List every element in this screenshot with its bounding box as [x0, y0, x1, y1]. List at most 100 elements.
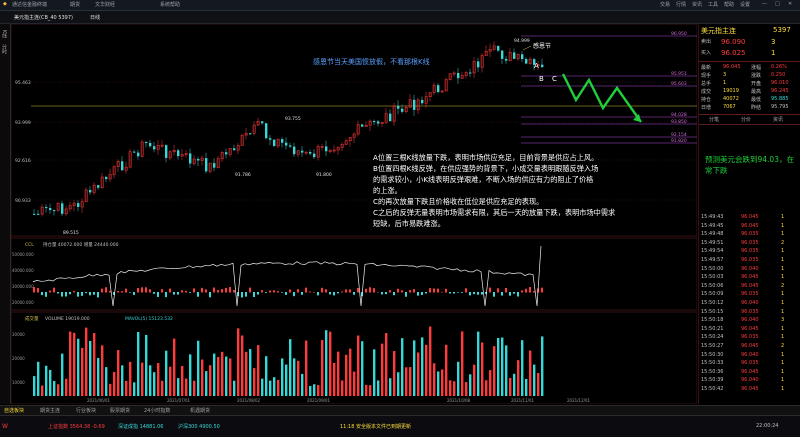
- oi-bar: [173, 292, 175, 295]
- oi-bar: [317, 292, 319, 296]
- price-axis-label-1: 95.463: [15, 80, 31, 86]
- tick-row: 15:50:18 96.040 3: [701, 317, 785, 324]
- kline-chart[interactable]: 96.950 95.951 95.603 94.028 93.850 92.15…: [10, 23, 698, 405]
- candle-body: [37, 213, 40, 215]
- oi-bar: [209, 292, 211, 298]
- top-menu-help[interactable]: 帮助: [724, 1, 734, 8]
- level-label-6: 92.154: [671, 132, 687, 138]
- top-menu-quote[interactable]: 行情: [676, 1, 686, 8]
- candle-body: [421, 99, 424, 104]
- label-low-1: 91.786: [235, 172, 251, 178]
- bottom-tab-4[interactable]: 股票期货: [110, 407, 130, 414]
- oi-bar: [149, 289, 151, 293]
- volume-bar: [249, 349, 252, 396]
- buy-price[interactable]: 96.025: [721, 49, 746, 57]
- oi-bar: [477, 292, 479, 295]
- volume-bar: [157, 363, 160, 396]
- maximize-icon[interactable]: □: [775, 1, 780, 7]
- volume-name[interactable]: 成交量: [25, 315, 39, 322]
- tick-row: 15:49:57 96.035 1: [701, 257, 785, 263]
- volume-bar: [201, 359, 204, 396]
- status-index-2[interactable]: 深证成指 14881.06: [118, 423, 163, 430]
- tick-row: 15:50:42 96.045 1: [701, 386, 785, 392]
- bottom-tab-5[interactable]: 24小时指数: [144, 407, 170, 414]
- candle-body: [249, 133, 252, 135]
- candle-body: [77, 203, 80, 207]
- period-selector[interactable]: 日线: [90, 14, 100, 21]
- volume-bar: [89, 340, 92, 396]
- oi-bar: [269, 290, 271, 293]
- oi-bar: [77, 292, 79, 297]
- oi-bar: [169, 288, 171, 293]
- volume-bar: [109, 383, 112, 396]
- oi-bar: [541, 287, 543, 293]
- menu-item-2[interactable]: 文华财经: [95, 1, 115, 8]
- oi-bar: [401, 290, 403, 293]
- volume-bar: [333, 362, 336, 396]
- top-menu-trade[interactable]: 交易: [660, 1, 670, 8]
- tick-row: 15:49:48 96.035 1: [701, 231, 785, 238]
- close-icon[interactable]: ✕: [788, 1, 792, 7]
- candle-body: [397, 105, 400, 109]
- tick-row: 15:50:27 96.045 2: [701, 343, 785, 349]
- volume-bar: [365, 384, 368, 396]
- minimize-icon[interactable]: —: [762, 1, 767, 7]
- oi-bar: [433, 288, 435, 293]
- volume-bar: [229, 358, 232, 396]
- oi-bar: [345, 289, 347, 293]
- oi-bar: [61, 292, 63, 297]
- candle-body: [513, 52, 516, 59]
- candle-body: [469, 72, 472, 74]
- chart-toolbar: 美元指主连(CB_40 5397) 日线: [0, 11, 800, 24]
- volume-bar: [525, 378, 528, 396]
- top-menu-settings[interactable]: 设置: [740, 1, 750, 8]
- status-index-1[interactable]: 上证指数 3564.38 -0.69: [48, 423, 105, 430]
- top-menu-news[interactable]: 资讯: [692, 1, 702, 8]
- tab-ticks[interactable]: 分笔: [709, 116, 719, 123]
- tab-price[interactable]: 分价: [741, 116, 751, 123]
- oi-bar: [333, 292, 335, 296]
- sidebar-tab-kline[interactable]: K线: [1, 30, 8, 38]
- oi-bar: [509, 292, 511, 296]
- main-chart-area[interactable]: 96.950 95.951 95.603 94.028 93.850 92.15…: [10, 23, 698, 405]
- status-index-3[interactable]: 沪深300 4900.50: [178, 423, 220, 430]
- menu-item-1[interactable]: 期货: [70, 1, 80, 8]
- volume-bar: [397, 372, 400, 396]
- volume-bar: [165, 350, 168, 396]
- sell-price[interactable]: 96.090: [721, 38, 746, 46]
- volume-bar: [233, 380, 236, 396]
- volume-bars: [33, 326, 544, 396]
- volume-bar: [505, 345, 508, 396]
- top-menu-tools[interactable]: 工具: [708, 1, 718, 8]
- oi-bar: [253, 292, 255, 297]
- stat-row: 现手 3 涨跌 0.250: [701, 72, 786, 79]
- bottom-tab-2[interactable]: 期货主连: [40, 407, 60, 414]
- analysis-line-4: 的上涨。: [373, 186, 402, 195]
- tab-news[interactable]: 资讯: [773, 116, 783, 123]
- bottom-tab-3[interactable]: 行业板块: [76, 407, 96, 414]
- oi-bar: [465, 288, 467, 293]
- app-logo-icon: ◆: [3, 1, 7, 7]
- volume-bar: [57, 384, 60, 396]
- oi-bar: [357, 287, 359, 293]
- tick-row: 15:49:54 96.035 1: [701, 248, 785, 255]
- osc-axis-3: 30000.000: [12, 284, 34, 289]
- indicator-name[interactable]: CCL: [25, 242, 34, 248]
- volume-bar: [49, 369, 52, 396]
- tick-row: 15:50:30 96.040 1: [701, 351, 785, 358]
- volume-bar: [437, 371, 440, 396]
- sidebar-tab-chart[interactable]: 分时: [1, 44, 8, 54]
- volume-bar: [421, 337, 424, 396]
- oi-bar: [321, 287, 323, 293]
- volume-bar: [341, 380, 344, 396]
- menu-item-3[interactable]: 系统帮助: [160, 1, 180, 8]
- candlestick-series: [33, 41, 544, 217]
- tick-list[interactable]: 15:49:43 96.045 1 15:49:45 96.045 1 15:49:48 96…: [701, 214, 799, 404]
- oi-bar: [101, 288, 103, 293]
- status-message[interactable]: 11:18 安全版本文件已到期更新: [340, 423, 411, 430]
- symbol-label[interactable]: 美元指主连(CB_40 5397): [14, 14, 73, 21]
- candle-body: [457, 72, 460, 79]
- bottom-tab-6[interactable]: 机遇期货: [190, 407, 210, 414]
- bottom-tab-1[interactable]: 自选板块: [4, 407, 24, 414]
- oi-bar: [365, 288, 367, 293]
